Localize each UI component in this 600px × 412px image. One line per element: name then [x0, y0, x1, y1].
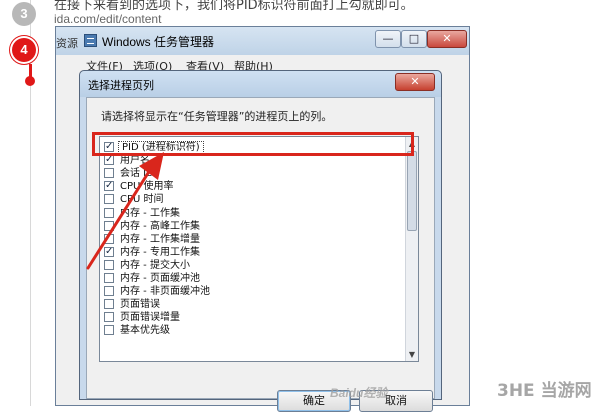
column-option-label: 基本优先级: [120, 325, 170, 337]
task-manager-title: Windows 任务管理器: [102, 35, 215, 49]
column-option-label: 会话 ID: [120, 168, 154, 180]
column-option-row[interactable]: 页面错误增量: [100, 311, 406, 324]
checkbox-unchecked-icon[interactable]: [104, 325, 114, 336]
column-option-row[interactable]: 内存 - 高峰工作集: [100, 220, 406, 233]
column-option-row[interactable]: 内存 - 非页面缓冲池: [100, 285, 406, 298]
column-option-label: CPU 时间: [120, 194, 164, 206]
select-columns-dialog: 选择进程页列 ✕ 请选择将显示在“任务管理器”的进程页上的列。 ✓ PID (进程…: [79, 70, 442, 412]
checkbox-unchecked-icon[interactable]: [104, 207, 114, 218]
dialog-prompt: 请选择将显示在“任务管理器”的进程页上的列。: [101, 110, 333, 123]
checkbox-unchecked-icon[interactable]: [104, 168, 114, 179]
checkbox-unchecked-icon[interactable]: [104, 220, 114, 231]
scroll-down-icon[interactable]: ▼: [406, 348, 418, 361]
column-option-label: 内存 - 非页面缓冲池: [120, 286, 210, 298]
step-rail: 3 4: [0, 0, 46, 406]
column-option-label: 内存 - 页面缓冲池: [120, 273, 200, 284]
column-option-row[interactable]: ✓ CPU 使用率: [100, 180, 406, 193]
checkbox-unchecked-icon[interactable]: [104, 286, 114, 297]
column-option-label: 页面错误: [120, 299, 160, 311]
column-option-label: 用户名: [120, 155, 150, 167]
column-option-row[interactable]: 内存 - 提交大小: [100, 259, 406, 272]
checkbox-unchecked-icon[interactable]: [104, 312, 114, 323]
site-watermark: 3HE 当游网: [497, 381, 592, 401]
checkbox-unchecked-icon[interactable]: [104, 299, 114, 310]
column-option-label: 内存 - 提交大小: [120, 259, 190, 271]
maximize-button[interactable]: □: [401, 30, 427, 48]
columns-listbox[interactable]: ✓ PID (进程标识符) ✓ 用户名 会话 ID ✓ CPU 使用率 CPU 时间 内存 - …: [99, 136, 419, 362]
pid-highlight-box: [92, 132, 414, 156]
task-manager-icon: [84, 34, 97, 47]
column-option-row[interactable]: 基本优先级: [100, 324, 406, 337]
checkbox-checked-icon[interactable]: ✓: [104, 246, 114, 257]
checkbox-unchecked-icon[interactable]: [104, 194, 114, 205]
checkbox-unchecked-icon[interactable]: [104, 233, 114, 244]
column-option-label: 内存 - 高峰工作集: [120, 220, 200, 232]
checkbox-unchecked-icon[interactable]: [104, 273, 114, 283]
scroll-thumb[interactable]: [407, 151, 417, 231]
dialog-titlebar[interactable]: 选择进程页列 ✕: [80, 71, 441, 97]
dialog-title: 选择进程页列: [88, 79, 154, 92]
checkbox-unchecked-icon[interactable]: [104, 259, 114, 270]
column-option-row[interactable]: ✓ 内存 - 专用工作集: [100, 246, 406, 259]
checkbox-checked-icon[interactable]: ✓: [104, 181, 114, 192]
dialog-close-button[interactable]: ✕: [395, 73, 435, 91]
article-url-fragment: ida.com/edit/content: [54, 12, 162, 26]
baidu-watermark: Baidu经验: [330, 386, 388, 400]
column-option-row[interactable]: 内存 - 页面缓冲池: [100, 272, 406, 285]
step-3-badge: 3: [12, 2, 36, 26]
column-option-label: 内存 - 专用工作集: [120, 246, 200, 258]
step-4-badge: 4: [12, 38, 36, 62]
column-option-label: 内存 - 工作集: [120, 207, 180, 219]
column-option-row[interactable]: ✓ 用户名: [100, 154, 406, 167]
column-option-row[interactable]: CPU 时间: [100, 193, 406, 206]
minimize-button[interactable]: —: [375, 30, 401, 48]
column-option-row[interactable]: 页面错误: [100, 298, 406, 311]
checkbox-checked-icon[interactable]: ✓: [104, 155, 114, 166]
background-fragment: 资源: [56, 37, 78, 50]
column-option-label: 内存 - 工作集增量: [120, 233, 200, 245]
window-close-button[interactable]: ✕: [427, 30, 467, 48]
column-option-row[interactable]: 内存 - 工作集增量: [100, 233, 406, 246]
column-option-label: CPU 使用率: [120, 181, 174, 193]
step-4-dot: [25, 76, 35, 86]
column-option-label: 页面错误增量: [120, 312, 180, 324]
column-option-row[interactable]: 会话 ID: [100, 167, 406, 180]
task-manager-titlebar[interactable]: 资源 Windows 任务管理器 — □ ✕: [56, 27, 469, 55]
step-rail-line: [30, 0, 31, 406]
column-option-row[interactable]: 内存 - 工作集: [100, 207, 406, 220]
vertical-scrollbar[interactable]: ▲ ▼: [405, 137, 418, 361]
